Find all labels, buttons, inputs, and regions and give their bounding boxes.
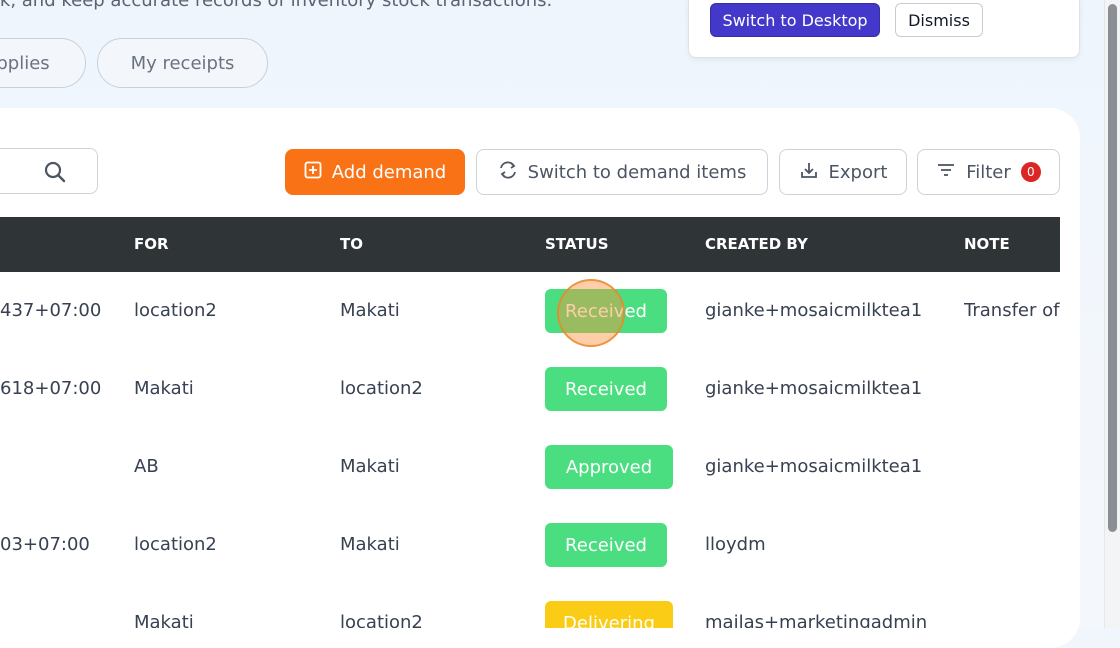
- cell-to: location2: [340, 378, 423, 399]
- table-row[interactable]: 03+07:00 location2 Makati Received lloyd…: [0, 506, 1060, 585]
- scrollbar-thumb[interactable]: [1108, 4, 1117, 532]
- click-indicator: [557, 279, 625, 347]
- refresh-arrows-icon: [498, 160, 518, 185]
- filter-lines-icon: [936, 160, 956, 185]
- cell-for: AB: [134, 456, 159, 477]
- cell-created-by: lloydm: [705, 534, 766, 555]
- switch-to-desktop-button[interactable]: Switch to Desktop: [710, 3, 880, 37]
- tab-my-receipts[interactable]: My receipts: [97, 38, 268, 88]
- cell-created-by: gianke+mosaicmilktea1: [705, 378, 923, 399]
- cell-created-by: gianke+mosaicmilktea1: [705, 300, 923, 321]
- filter-count-badge: 0: [1020, 162, 1041, 182]
- add-demand-label: Add demand: [331, 161, 447, 183]
- column-header-to[interactable]: TO: [340, 217, 363, 272]
- cell-note: [964, 428, 1060, 506]
- cell-to: Makati: [340, 534, 400, 555]
- cell-date: [0, 428, 120, 506]
- status-badge: Approved: [545, 445, 673, 489]
- dismiss-button[interactable]: Dismiss: [895, 3, 983, 37]
- cell-to: location2: [340, 612, 423, 628]
- switch-label: Switch to demand items: [527, 161, 747, 183]
- export-label: Export: [828, 161, 888, 183]
- filter-button[interactable]: Filter 0: [917, 149, 1060, 195]
- cell-for: Makati: [134, 378, 194, 399]
- status-badge: Received: [545, 367, 667, 411]
- cell-note: [964, 584, 1060, 628]
- table-row[interactable]: 437+07:00 location2 Makati Received gian…: [0, 272, 1060, 351]
- status-badge: Delivering: [545, 601, 673, 628]
- table-row[interactable]: AB Makati Approved gianke+mosaicmilktea1: [0, 428, 1060, 507]
- column-header-status[interactable]: STATUS: [545, 217, 609, 272]
- cell-for: location2: [134, 534, 217, 555]
- status-badge: Received: [545, 523, 667, 567]
- add-demand-button[interactable]: Add demand: [285, 149, 465, 195]
- page-subtitle: ck, and keep accurate records of invento…: [0, 0, 553, 11]
- column-header-created-by[interactable]: CREATED BY: [705, 217, 808, 272]
- plus-square-icon: [304, 161, 322, 184]
- column-header-for[interactable]: FOR: [134, 217, 169, 272]
- tab-supplies[interactable]: pplies: [0, 38, 86, 88]
- export-button[interactable]: Export: [779, 149, 907, 195]
- cell-for: location2: [134, 300, 217, 321]
- download-tray-icon: [799, 160, 819, 185]
- cell-to: Makati: [340, 300, 400, 321]
- cell-date: 437+07:00: [0, 300, 102, 321]
- cell-date: [0, 584, 120, 628]
- cell-date: 03+07:00: [0, 534, 90, 555]
- table-body: 437+07:00 location2 Makati Received gian…: [0, 272, 1060, 628]
- search-input[interactable]: [0, 148, 98, 194]
- column-header-note[interactable]: NOTE: [964, 217, 1010, 272]
- cell-for: Makati: [134, 612, 194, 628]
- switch-to-demand-items-button[interactable]: Switch to demand items: [476, 149, 768, 195]
- filter-label: Filter: [966, 161, 1011, 183]
- cell-note: Transfer of: [964, 300, 1060, 321]
- vertical-scrollbar[interactable]: [1104, 0, 1120, 628]
- cell-to: Makati: [340, 456, 400, 477]
- cell-created-by: mailas+marketingadmin: [705, 612, 928, 628]
- cell-note: [964, 350, 1060, 428]
- search-icon[interactable]: [43, 160, 67, 184]
- cell-date: 618+07:00: [0, 378, 102, 399]
- cell-note: [964, 506, 1060, 584]
- cell-created-by: gianke+mosaicmilktea1: [705, 456, 923, 477]
- table-row[interactable]: Makati location2 Delivering mailas+marke…: [0, 584, 1060, 628]
- table-row[interactable]: 618+07:00 Makati location2 Received gian…: [0, 350, 1060, 429]
- table-header: FOR TO STATUS CREATED BY NOTE: [0, 217, 1060, 272]
